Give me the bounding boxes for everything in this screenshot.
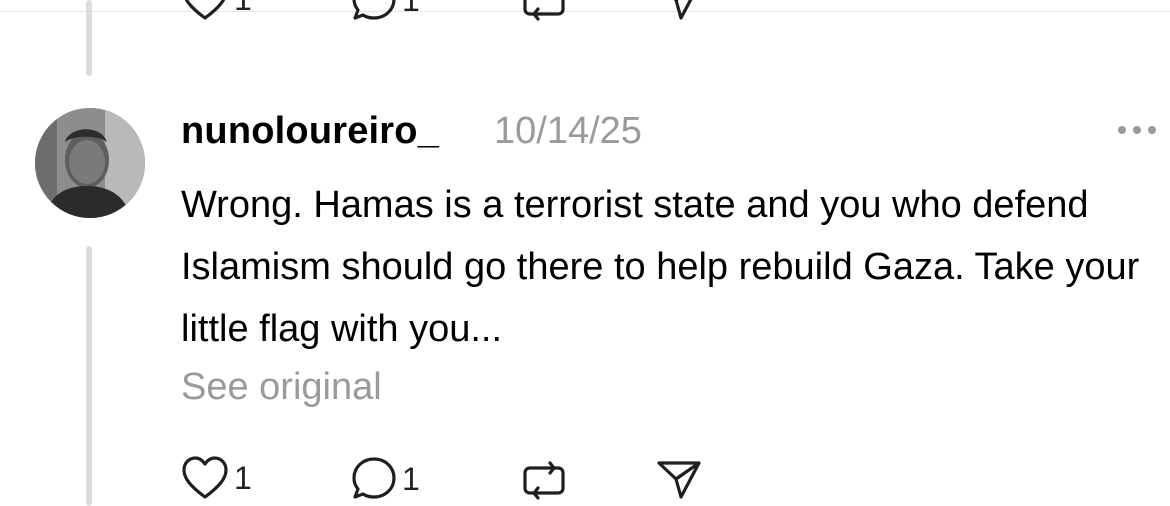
repost-icon bbox=[523, 0, 565, 21]
reply-button[interactable]: 1 bbox=[350, 0, 420, 24]
like-count: 1 bbox=[234, 460, 252, 496]
timestamp: 10/14/25 bbox=[494, 110, 642, 152]
send-icon bbox=[673, 0, 693, 20]
thread-line bbox=[86, 0, 92, 76]
share-button[interactable] bbox=[655, 455, 703, 503]
heart-icon bbox=[182, 456, 228, 499]
speech-bubble-icon bbox=[352, 457, 396, 499]
post-text: Wrong. Hamas is a terrorist state and yo… bbox=[181, 184, 1140, 350]
like-count: 1 bbox=[234, 0, 252, 15]
share-button[interactable] bbox=[655, 0, 703, 24]
like-button[interactable]: 1 bbox=[180, 455, 252, 501]
reply-button[interactable]: 1 bbox=[350, 455, 420, 503]
send-icon bbox=[657, 461, 701, 499]
repost-button[interactable] bbox=[520, 455, 568, 503]
thread-line bbox=[86, 246, 92, 506]
speech-bubble-icon bbox=[352, 0, 396, 20]
like-button[interactable]: 1 bbox=[180, 0, 252, 22]
more-icon[interactable] bbox=[1118, 118, 1166, 142]
profile-photo bbox=[35, 108, 145, 218]
repost-icon bbox=[523, 461, 565, 500]
username[interactable]: nunoloureiro_ bbox=[181, 110, 439, 153]
reply-count: 1 bbox=[402, 0, 420, 18]
thread-view: 1 1 nu bbox=[0, 0, 1170, 506]
heart-icon bbox=[184, 0, 226, 20]
repost-button[interactable] bbox=[520, 0, 568, 24]
divider bbox=[0, 11, 1170, 12]
reply-count: 1 bbox=[402, 461, 420, 497]
avatar[interactable] bbox=[35, 108, 145, 218]
see-original-link[interactable]: See original bbox=[181, 366, 382, 409]
